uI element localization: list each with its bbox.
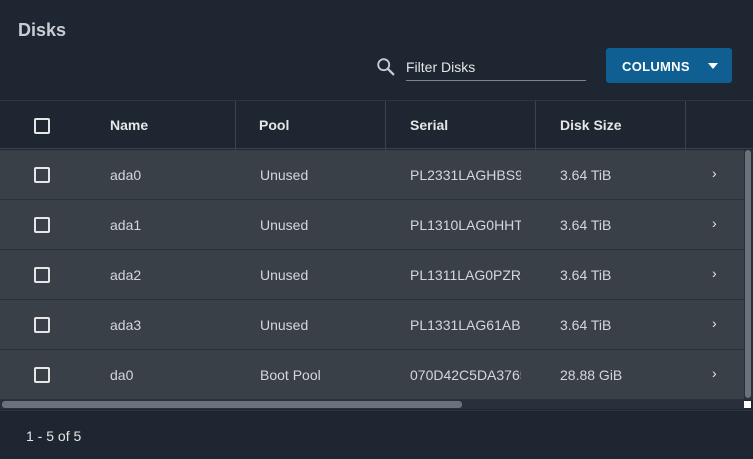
column-divider <box>385 101 386 150</box>
disk-size: 3.64 TiB <box>560 267 612 283</box>
row-checkbox[interactable] <box>34 167 50 183</box>
row-checkbox[interactable] <box>34 317 50 333</box>
vertical-scrollbar-thumb[interactable] <box>745 150 751 398</box>
caret-down-icon <box>708 63 718 69</box>
chevron-right-icon[interactable]: › <box>712 250 717 300</box>
table-row[interactable]: da0 Boot Pool 070D42C5DA3765 28.88 GiB › <box>0 350 744 400</box>
column-divider <box>685 101 686 150</box>
disk-serial: 070D42C5DA3765 <box>410 367 521 383</box>
search-icon[interactable] <box>375 56 397 78</box>
chevron-right-icon[interactable]: › <box>712 350 717 400</box>
row-checkbox[interactable] <box>34 267 50 283</box>
disk-serial: PL1311LAG0PZRA <box>410 267 521 283</box>
chevron-right-icon[interactable]: › <box>712 300 717 350</box>
disk-size: 3.64 TiB <box>560 167 612 183</box>
disk-serial: PL1331LAG61ABE <box>410 317 521 333</box>
disk-name: ada1 <box>110 217 142 233</box>
table-row[interactable]: ada2 Unused PL1311LAG0PZRA 3.64 TiB › <box>0 250 744 300</box>
filter-disks-input[interactable] <box>406 54 586 81</box>
row-checkbox[interactable] <box>34 367 50 383</box>
disk-name: da0 <box>110 367 134 383</box>
disk-name: ada3 <box>110 317 142 333</box>
disk-name: ada0 <box>110 167 142 183</box>
column-header-disk-size[interactable]: Disk Size <box>560 101 621 150</box>
column-divider <box>535 101 536 150</box>
disk-size: 3.64 TiB <box>560 217 612 233</box>
page-title: Disks <box>18 20 67 40</box>
disk-pool: Unused <box>260 267 309 283</box>
select-all-checkbox[interactable] <box>34 118 50 134</box>
disk-pool: Unused <box>260 217 309 233</box>
disk-serial: PL2331LAGHBS9 <box>410 167 521 183</box>
table-footer: 1 - 5 of 5 <box>0 410 753 459</box>
disk-size: 3.64 TiB <box>560 317 612 333</box>
disk-pool: Unused <box>260 167 309 183</box>
columns-button-label: COLUMNS <box>622 59 690 74</box>
disk-name: ada2 <box>110 267 142 283</box>
column-divider <box>235 101 236 150</box>
disks-table: Name Pool Serial Disk Size ada0 Unused P… <box>0 100 753 410</box>
disk-size: 28.88 GiB <box>560 367 623 383</box>
table-row[interactable]: ada0 Unused PL2331LAGHBS9 3.64 TiB › <box>0 150 744 200</box>
chevron-right-icon[interactable]: › <box>712 150 717 200</box>
column-header-pool[interactable]: Pool <box>259 101 289 150</box>
table-header: Name Pool Serial Disk Size <box>0 100 753 150</box>
pagination-range: 1 - 5 of 5 <box>26 428 82 444</box>
disk-pool: Unused <box>260 317 309 333</box>
column-header-serial[interactable]: Serial <box>410 101 448 150</box>
disk-pool: Boot Pool <box>260 367 321 383</box>
scrollbar-corner <box>744 401 751 408</box>
table-row[interactable]: ada3 Unused PL1331LAG61ABE 3.64 TiB › <box>0 300 744 350</box>
row-checkbox[interactable] <box>34 217 50 233</box>
chevron-right-icon[interactable]: › <box>712 200 717 250</box>
horizontal-scrollbar-thumb[interactable] <box>2 401 462 408</box>
disks-card: Disks COLUMNS Name Pool Serial Disk Size… <box>0 0 753 459</box>
table-row[interactable]: ada1 Unused PL1310LAG0HHT 3.64 TiB › <box>0 200 744 250</box>
columns-button[interactable]: COLUMNS <box>606 48 732 83</box>
column-header-name[interactable]: Name <box>110 101 148 150</box>
disk-serial: PL1310LAG0HHT <box>410 217 521 233</box>
